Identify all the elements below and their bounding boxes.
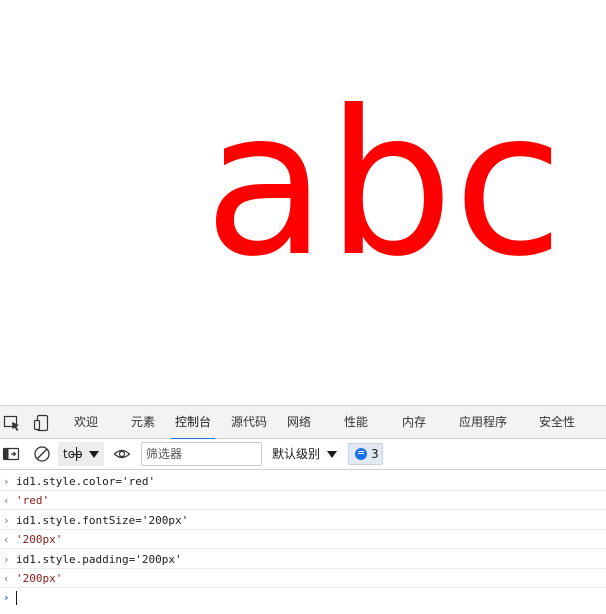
devtools-panel: 欢迎 元素 控制台 源代码 网络 性能 内存 应用程序 安全性 top — [0, 405, 606, 613]
output-chevron-icon: ‹ — [3, 533, 10, 546]
console-input-text: id1.style.color='red' — [16, 475, 156, 488]
tab-sources[interactable]: 源代码 — [231, 406, 267, 439]
console-output-text: '200px' — [16, 533, 63, 546]
tab-welcome[interactable]: 欢迎 — [74, 406, 98, 439]
console-output[interactable]: › id1.style.color='red' ‹ 'red' › id1.st… — [0, 470, 606, 614]
text-caret — [16, 591, 17, 605]
console-output-row: ‹ '200px' — [0, 569, 606, 588]
input-chevron-icon: › — [3, 514, 10, 527]
input-chevron-icon: › — [3, 553, 10, 566]
tab-elements[interactable]: 元素 — [131, 406, 155, 439]
issues-button[interactable]: 3 — [348, 443, 383, 465]
devtools-tab-bar: 欢迎 元素 控制台 源代码 网络 性能 内存 应用程序 安全性 — [0, 406, 606, 440]
page-content-text: abc — [204, 68, 564, 301]
mouse-cursor — [71, 447, 82, 461]
log-level-label: 默认级别 — [272, 447, 321, 461]
message-icon — [355, 448, 367, 460]
live-expression-icon[interactable] — [113, 445, 131, 463]
chevron-down-icon — [327, 451, 337, 458]
device-emulation-icon[interactable] — [33, 414, 51, 432]
tab-memory[interactable]: 内存 — [402, 406, 426, 439]
console-input-row: › id1.style.padding='200px' — [0, 550, 606, 569]
clear-console-icon[interactable] — [33, 445, 51, 463]
console-input-row: › id1.style.fontSize='200px' — [0, 511, 606, 530]
tab-application[interactable]: 应用程序 — [459, 406, 507, 439]
inspect-element-icon[interactable] — [3, 414, 21, 432]
tab-performance[interactable]: 性能 — [344, 406, 368, 439]
log-level-dropdown[interactable]: 默认级别 — [272, 442, 340, 466]
console-input-text: id1.style.padding='200px' — [16, 553, 182, 566]
issues-count: 3 — [371, 447, 379, 461]
tab-console[interactable]: 控制台 — [170, 406, 216, 440]
console-input-text: id1.style.fontSize='200px' — [16, 514, 189, 527]
prompt-chevron-icon: › — [3, 591, 10, 604]
console-output-row: ‹ '200px' — [0, 530, 606, 549]
filter-input[interactable] — [141, 442, 262, 466]
console-toolbar: top 默认级别 3 — [0, 439, 606, 470]
console-output-text: '200px' — [16, 572, 63, 585]
chevron-down-icon — [89, 451, 99, 458]
output-chevron-icon: ‹ — [3, 572, 10, 585]
output-chevron-icon: ‹ — [3, 494, 10, 507]
console-input-row: › id1.style.color='red' — [0, 472, 606, 491]
console-sidebar-icon[interactable] — [2, 445, 20, 463]
console-output-text: 'red' — [16, 494, 50, 507]
input-chevron-icon: › — [3, 475, 10, 488]
console-output-row: ‹ 'red' — [0, 491, 606, 510]
inspected-page: abc — [0, 0, 606, 405]
tab-security[interactable]: 安全性 — [539, 406, 575, 439]
tab-network[interactable]: 网络 — [287, 406, 311, 439]
context-selector[interactable]: top — [58, 442, 104, 466]
console-prompt[interactable]: › — [0, 588, 606, 607]
